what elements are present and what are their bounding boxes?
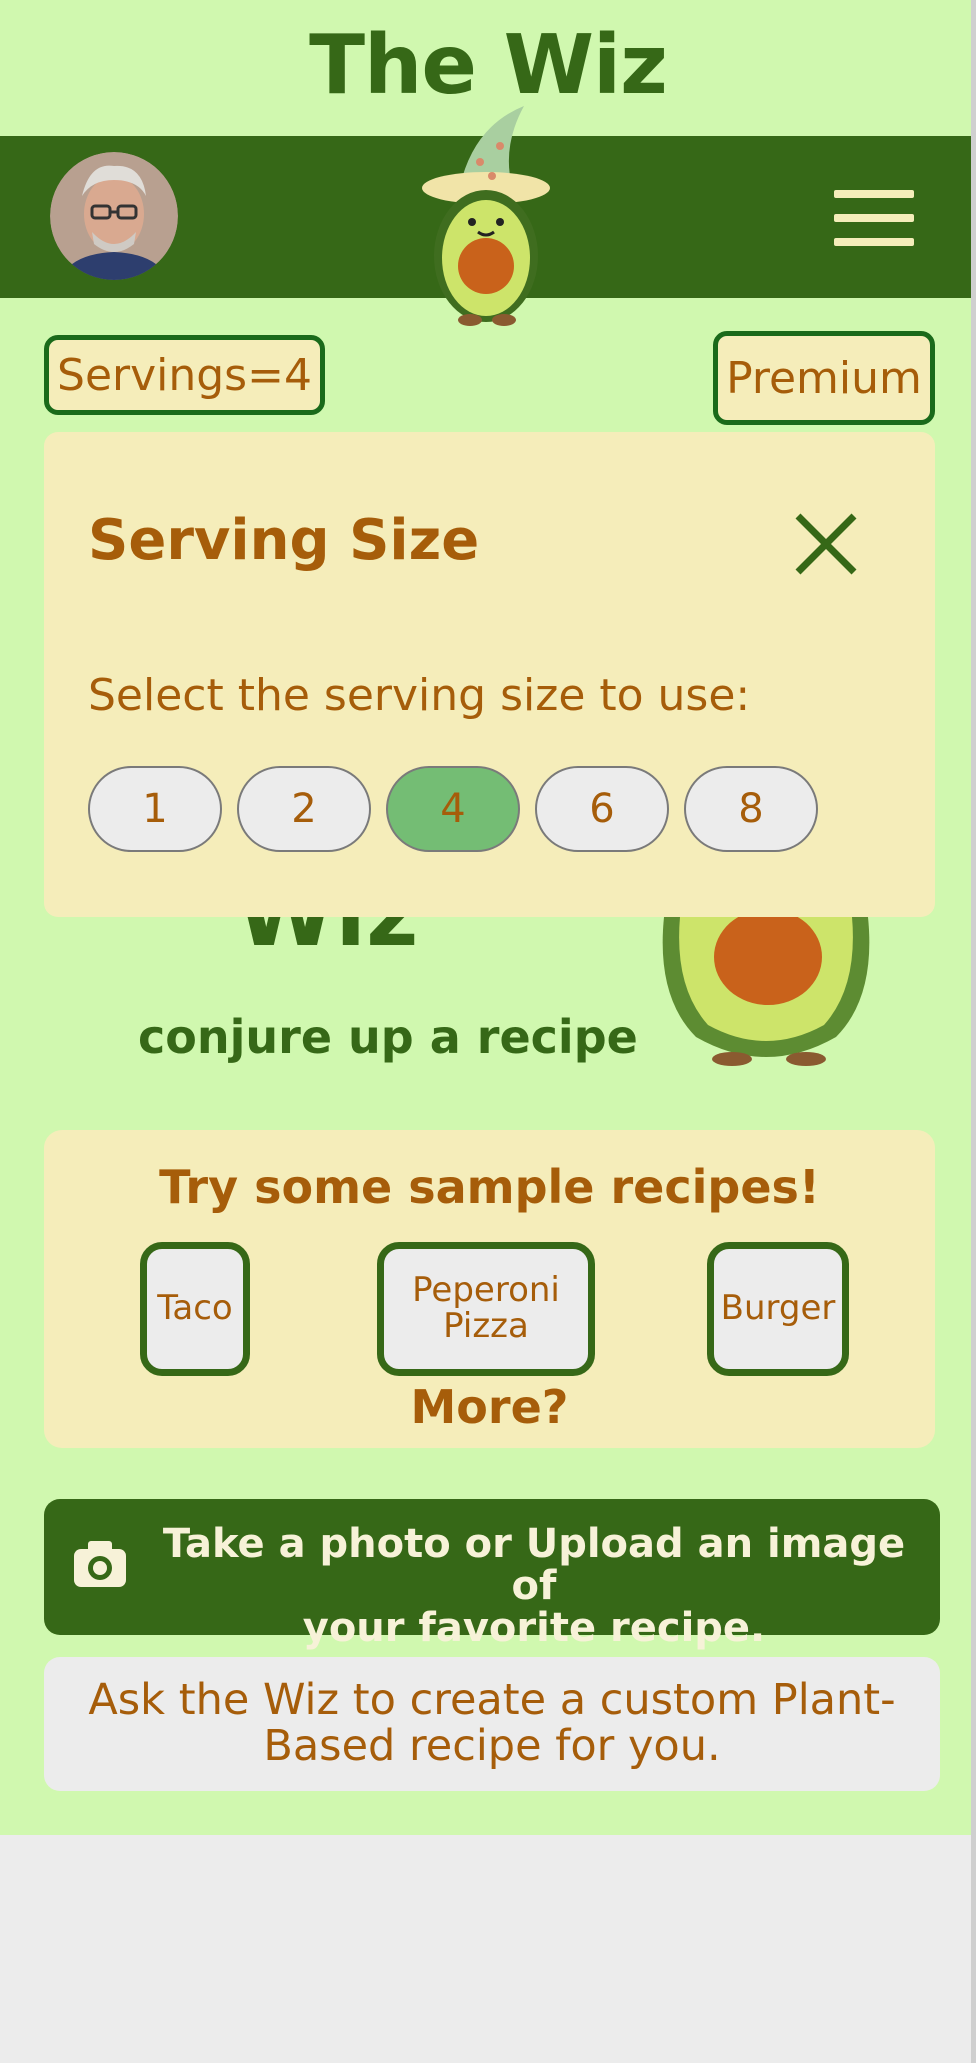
ask-wiz-line-1: Ask the Wiz to create a custom Plant-	[88, 1675, 896, 1725]
window-edge	[971, 0, 976, 2063]
recipe-taco-button[interactable]: Taco	[140, 1242, 250, 1376]
ask-wiz-line-2: Based recipe for you.	[263, 1721, 721, 1771]
avocado-mascot-large	[656, 909, 876, 1067]
upload-photo-line-1: Take a photo or Upload an image of	[162, 1521, 906, 1609]
serving-option-1[interactable]: 1	[88, 766, 222, 852]
serving-size-modal: Serving Size Select the serving size to …	[44, 432, 935, 917]
ask-wiz-text: Ask the Wiz to create a custom Plant- Ba…	[44, 1677, 940, 1769]
tagline: conjure up a recipe	[138, 1010, 638, 1064]
samples-title: Try some sample recipes!	[159, 1160, 820, 1214]
upload-photo-button[interactable]: Take a photo or Upload an image of your …	[44, 1499, 940, 1649]
modal-title: Serving Size	[88, 508, 480, 573]
sample-recipes-card: Try some sample recipes! Taco Peperoni P…	[44, 1130, 935, 1448]
avocado-wizard-mascot	[416, 106, 558, 328]
servings-button[interactable]: Servings=4	[44, 335, 325, 415]
camera-icon	[72, 1539, 128, 1589]
recipe-burger-button[interactable]: Burger	[707, 1242, 849, 1376]
ask-wiz-button[interactable]: Ask the Wiz to create a custom Plant- Ba…	[44, 1657, 940, 1791]
app-title: The Wiz	[309, 18, 668, 113]
upload-photo-text: Take a photo or Upload an image of your …	[154, 1523, 914, 1649]
serving-option-8[interactable]: 8	[684, 766, 818, 852]
serving-option-2[interactable]: 2	[237, 766, 371, 852]
upload-photo-line-2: your favorite recipe.	[302, 1605, 766, 1651]
serving-option-4[interactable]: 4	[386, 766, 520, 852]
user-avatar[interactable]	[50, 152, 178, 280]
app-page: The Wiz Servings=4 Premium Wiz conjure u…	[0, 0, 976, 2063]
premium-button[interactable]: Premium	[713, 331, 935, 425]
app-screen: The Wiz Servings=4 Premium Wiz conjure u…	[0, 0, 976, 1835]
close-icon[interactable]	[792, 510, 860, 578]
hamburger-menu-icon[interactable]	[834, 190, 914, 246]
more-recipes-link[interactable]: More?	[44, 1380, 935, 1434]
recipe-pizza-button[interactable]: Peperoni Pizza	[377, 1242, 595, 1376]
serving-option-6[interactable]: 6	[535, 766, 669, 852]
modal-prompt: Select the serving size to use:	[88, 670, 751, 721]
